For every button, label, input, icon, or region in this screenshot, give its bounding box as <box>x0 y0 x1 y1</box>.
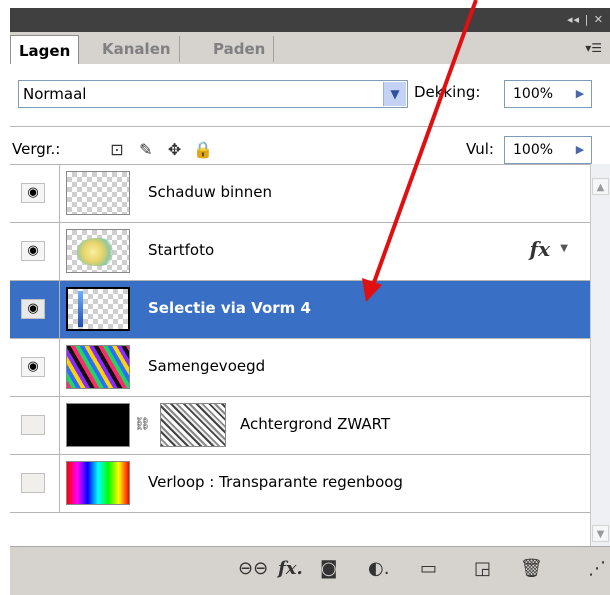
eye-icon[interactable]: ◉ <box>21 241 45 261</box>
resize-grip-icon[interactable]: ⋰ <box>588 557 606 581</box>
layer-row[interactable]: ⛓ Achtergrond ZWART <box>10 396 590 455</box>
chevron-down-icon[interactable]: ▼ <box>560 243 568 254</box>
new-layer-icon[interactable]: ◲ <box>474 557 491 581</box>
left-margin <box>0 0 10 595</box>
divider <box>10 126 610 127</box>
layer-row[interactable]: ◉ Startfoto fx ▼ <box>10 222 590 281</box>
fx-icon[interactable]: fx. <box>278 557 303 581</box>
panel-titlebar: ◂◂ | ✕ <box>10 8 610 32</box>
visibility-cell[interactable]: ◉ <box>10 165 60 223</box>
panel-tabs: Lagen Kanalen Paden ▾☰ <box>10 32 610 66</box>
layer-thumbnail <box>66 403 130 447</box>
layer-thumbnail <box>66 171 130 215</box>
fill-input[interactable]: 100% ▶ <box>504 136 592 164</box>
chevron-down-icon[interactable]: ▼ <box>383 82 406 106</box>
lock-position-icon[interactable]: ✥ <box>164 140 186 160</box>
layers-scrollbar[interactable]: ▲ ▼ <box>590 164 610 546</box>
lock-label: Vergr.: <box>12 140 61 158</box>
layer-controls: Normaal ▼ Dekking: 100% ▶ Vergr.: ⊡ ✎ ✥ … <box>10 64 610 164</box>
layers-list: ◉ Schaduw binnen ◉ Startfoto fx ▼ ◉ Sele… <box>10 164 590 546</box>
layers-panel: ◂◂ | ✕ Lagen Kanalen Paden ▾☰ Normaal ▼ … <box>0 0 610 595</box>
opacity-value: 100% <box>513 86 554 102</box>
eye-icon[interactable]: ◉ <box>21 299 45 319</box>
adjustment-layer-icon[interactable]: ◐. <box>368 557 389 581</box>
new-group-icon[interactable]: ▭ <box>420 557 437 581</box>
panel-bottom-toolbar: ⊖⊖ fx. ◙ ◐. ▭ ◲ 🗑 ⋰ <box>10 546 610 595</box>
add-mask-icon[interactable]: ◙ <box>320 557 337 581</box>
visibility-cell[interactable]: ◉ <box>10 339 60 397</box>
trash-icon[interactable]: 🗑 <box>520 557 543 581</box>
tab-paden[interactable]: Paden <box>205 36 275 62</box>
scroll-down-icon[interactable]: ▼ <box>592 525 609 542</box>
eye-icon[interactable]: ◉ <box>21 357 45 377</box>
fx-icon[interactable]: fx <box>529 237 550 261</box>
opacity-arrow-icon[interactable]: ▶ <box>569 81 591 107</box>
chain-link-icon[interactable]: ⛓ <box>134 417 151 432</box>
tab-lagen[interactable]: Lagen <box>10 35 80 66</box>
link-layers-icon[interactable]: ⊖⊖ <box>238 557 268 581</box>
lock-all-icon[interactable]: 🔒 <box>192 140 214 160</box>
blend-mode-value: Normaal <box>23 85 87 103</box>
visibility-cell[interactable] <box>10 397 60 455</box>
top-margin <box>0 0 610 8</box>
layer-name: Achtergrond ZWART <box>240 415 391 433</box>
blend-mode-dropdown[interactable]: Normaal ▼ <box>18 80 408 108</box>
visibility-cell[interactable] <box>10 455 60 513</box>
layer-row[interactable]: ◉ Schaduw binnen <box>10 164 590 223</box>
layer-row[interactable]: ◉ Samengevoegd <box>10 338 590 397</box>
eye-icon[interactable]: ◉ <box>21 183 45 203</box>
layer-row[interactable]: Verloop : Transparante regenboog <box>10 454 590 513</box>
lock-paint-icon[interactable]: ✎ <box>135 140 157 160</box>
layer-thumbnail <box>66 345 130 389</box>
layer-row-selected[interactable]: ◉ Selectie via Vorm 4 <box>10 280 590 339</box>
visibility-toggle[interactable] <box>21 473 45 493</box>
layer-name: Startfoto <box>148 241 215 259</box>
visibility-cell[interactable]: ◉ <box>10 223 60 281</box>
fill-value: 100% <box>513 142 554 158</box>
panel-menu-icon[interactable]: ▾☰ <box>585 41 602 55</box>
visibility-cell[interactable]: ◉ <box>10 281 60 339</box>
lock-transparent-icon[interactable]: ⊡ <box>106 140 128 160</box>
opacity-input[interactable]: 100% ▶ <box>504 80 592 108</box>
layer-thumbnail <box>66 287 130 331</box>
tab-kanalen[interactable]: Kanalen <box>94 36 180 62</box>
layer-mask-thumbnail[interactable] <box>160 403 226 447</box>
panel-window-controls[interactable]: ◂◂ | ✕ <box>567 13 604 26</box>
visibility-toggle[interactable] <box>21 415 45 435</box>
fill-arrow-icon[interactable]: ▶ <box>569 137 591 163</box>
layer-name: Schaduw binnen <box>148 183 272 201</box>
opacity-label: Dekking: <box>414 83 481 101</box>
layer-thumbnail <box>66 461 130 505</box>
layer-name: Samengevoegd <box>148 357 266 375</box>
fill-label: Vul: <box>466 140 494 158</box>
layer-name: Verloop : Transparante regenboog <box>148 473 403 491</box>
divider <box>10 512 590 513</box>
layer-thumbnail <box>66 229 130 273</box>
layer-name: Selectie via Vorm 4 <box>148 299 311 317</box>
scroll-up-icon[interactable]: ▲ <box>592 178 609 195</box>
lock-icons: ⊡ ✎ ✥ 🔒 <box>106 140 216 160</box>
